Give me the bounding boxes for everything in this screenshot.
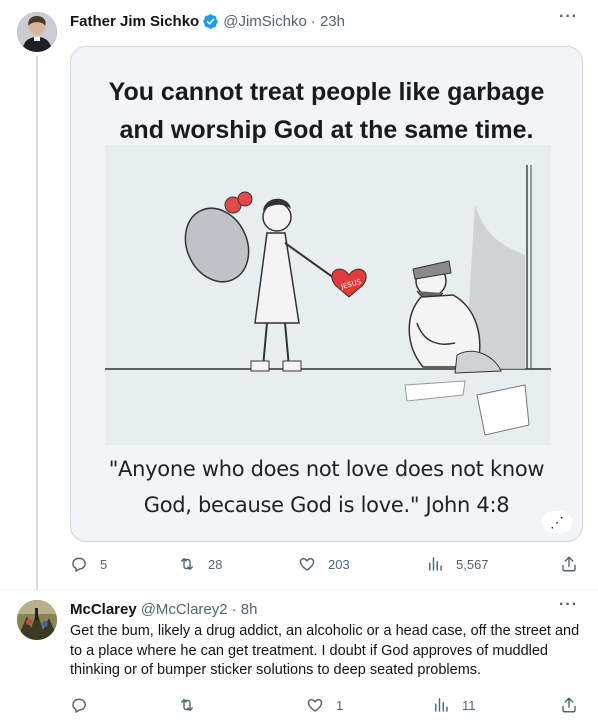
tweet-text: Get the bum, likely a drug addict, an al…: [70, 623, 580, 678]
tweet-father-jim-sichko[interactable]: Father Jim Sichko @JimSichko · 23h ··· Y…: [0, 0, 598, 590]
tweet-image[interactable]: You cannot treat people like garbage and…: [70, 46, 583, 542]
retweet-button[interactable]: [178, 694, 208, 716]
tweet-actions: 5 28 203 5,567: [70, 553, 580, 575]
views-button[interactable]: 5,567: [426, 553, 489, 575]
verified-badge-icon[interactable]: [202, 13, 219, 30]
views-icon: [429, 557, 442, 571]
more-icon[interactable]: ···: [559, 596, 578, 614]
share-icon: [562, 556, 576, 572]
image-bible-quote: "Anyone who does not love does not know …: [71, 451, 582, 523]
author-handle[interactable]: @JimSichko: [223, 13, 307, 30]
author-handle[interactable]: @McClarey2: [141, 601, 228, 618]
author-name[interactable]: McClarey: [70, 601, 137, 618]
views-icon: [435, 698, 448, 712]
headline-line-1: You cannot treat people like garbage: [108, 78, 545, 106]
reply-button[interactable]: 5: [70, 553, 107, 575]
tweet-timestamp[interactable]: · 8h: [232, 601, 258, 618]
share-icon: [562, 697, 576, 713]
like-button[interactable]: 1: [306, 694, 343, 716]
reply-icon: [72, 557, 86, 572]
image-headline: You cannot treat people like garbage and…: [71, 73, 582, 149]
retweet-icon: [181, 699, 193, 711]
like-icon: [307, 698, 323, 712]
reply-icon: [72, 698, 86, 713]
retweet-icon: [181, 558, 193, 570]
expand-image-icon[interactable]: ⋰: [542, 511, 572, 533]
quote-line-2: God, because God is love." John 4:8: [143, 493, 510, 517]
share-button[interactable]: [560, 553, 578, 575]
like-icon: [299, 557, 315, 571]
retweet-button[interactable]: 28: [178, 553, 222, 575]
tweet-timestamp[interactable]: · 23h: [311, 13, 345, 30]
tweet-header: Father Jim Sichko @JimSichko · 23h ···: [70, 8, 578, 31]
avatar[interactable]: [17, 600, 57, 640]
quote-line-1: "Anyone who does not love does not know: [108, 457, 545, 481]
like-button[interactable]: 203: [298, 553, 350, 575]
retweet-count: 28: [208, 556, 223, 572]
avatar[interactable]: [17, 12, 57, 52]
more-icon[interactable]: ···: [559, 8, 578, 26]
like-count: 203: [328, 556, 350, 572]
share-button[interactable]: [560, 694, 578, 716]
views-button[interactable]: 11: [432, 694, 476, 716]
reply-count: 5: [100, 556, 108, 572]
headline-line-2: and worship God at the same time.: [119, 116, 534, 144]
tweet-mcclarey[interactable]: McClarey @McClarey2 · 8h ··· Get the bum…: [0, 590, 598, 726]
views-count: 11: [462, 697, 476, 713]
tweet-actions: 1 11: [70, 694, 580, 716]
tweet-header: McClarey @McClarey2 · 8h ···: [70, 596, 578, 619]
reply-button[interactable]: [70, 694, 100, 716]
like-count: 1: [336, 697, 344, 713]
author-name[interactable]: Father Jim Sichko: [70, 13, 199, 30]
views-count: 5,567: [456, 556, 489, 572]
cartoon-illustration: JESUS: [105, 145, 551, 445]
